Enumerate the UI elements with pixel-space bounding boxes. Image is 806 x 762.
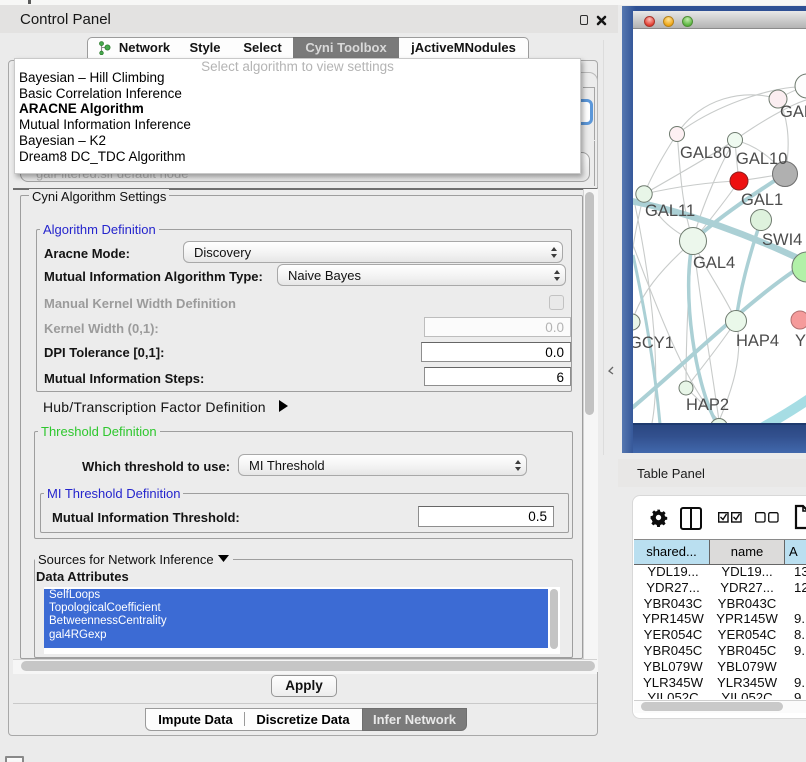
svg-text:GAL11: GAL11 xyxy=(645,202,695,220)
svg-text:HAP2: HAP2 xyxy=(686,396,729,414)
svg-text:GAL10: GAL10 xyxy=(736,150,787,168)
svg-text:GAL: GAL xyxy=(780,103,806,121)
svg-text:GAL80: GAL80 xyxy=(680,144,731,162)
svg-text:GAL4: GAL4 xyxy=(693,254,735,272)
svg-text:Y: Y xyxy=(795,332,806,350)
svg-text:HAP4: HAP4 xyxy=(736,332,779,350)
svg-text:GCY1: GCY1 xyxy=(633,334,674,352)
svg-text:SWI4: SWI4 xyxy=(762,231,802,249)
svg-text:GAL1: GAL1 xyxy=(741,191,783,209)
